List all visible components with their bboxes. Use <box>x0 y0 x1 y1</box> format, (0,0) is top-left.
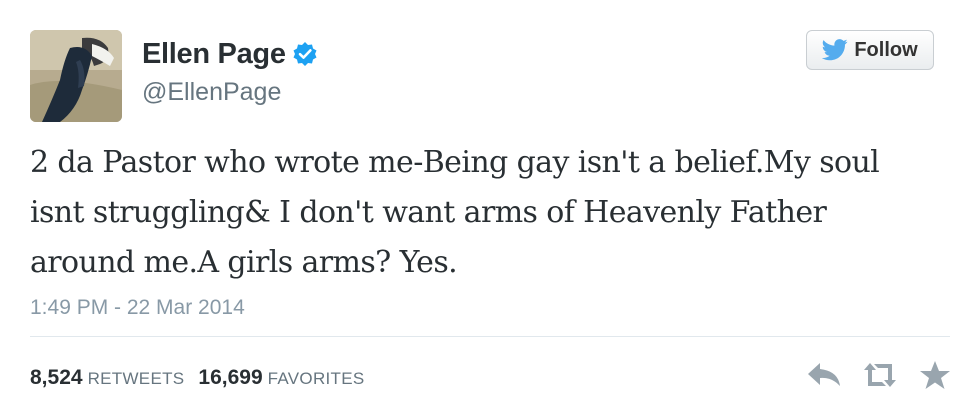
tweet-card: Ellen Page @EllenPage Follow 2 da Pastor… <box>0 0 980 408</box>
tweet-actions <box>806 360 956 392</box>
favorites-stat[interactable]: 16,699 FAVORITES <box>198 366 364 390</box>
retweets-stat[interactable]: 8,524 RETWEETS <box>30 366 184 390</box>
favorites-label: FAVORITES <box>267 369 365 388</box>
retweets-label: RETWEETS <box>87 369 185 388</box>
verified-badge-icon <box>292 41 318 67</box>
favorite-icon[interactable] <box>918 360 952 390</box>
reply-icon[interactable] <box>806 360 842 390</box>
retweets-count: 8,524 <box>30 366 83 389</box>
follow-button-label: Follow <box>854 38 918 61</box>
avatar[interactable] <box>30 30 122 122</box>
retweet-icon[interactable] <box>860 360 900 390</box>
tweet-text: 2 da Pastor who wrote me-Being gay isn't… <box>30 138 960 288</box>
tweet-text-line: isnt struggling& I don't want arms of He… <box>30 195 827 230</box>
follow-button[interactable]: Follow <box>806 30 934 70</box>
tweet-timestamp[interactable]: 1:49 PM - 22 Mar 2014 <box>30 296 245 320</box>
name-row: Ellen Page <box>142 34 318 74</box>
tweet-text-line: around me.A girls arms? Yes. <box>30 245 458 280</box>
user-handle[interactable]: @EllenPage <box>142 78 281 107</box>
divider <box>30 336 950 337</box>
display-name[interactable]: Ellen Page <box>142 38 286 71</box>
twitter-bird-icon <box>822 39 848 61</box>
favorites-count: 16,699 <box>198 366 263 389</box>
tweet-text-line: 2 da Pastor who wrote me-Being gay isn't… <box>30 145 880 180</box>
tweet-stats: 8,524 RETWEETS 16,699 FAVORITES <box>30 366 365 390</box>
